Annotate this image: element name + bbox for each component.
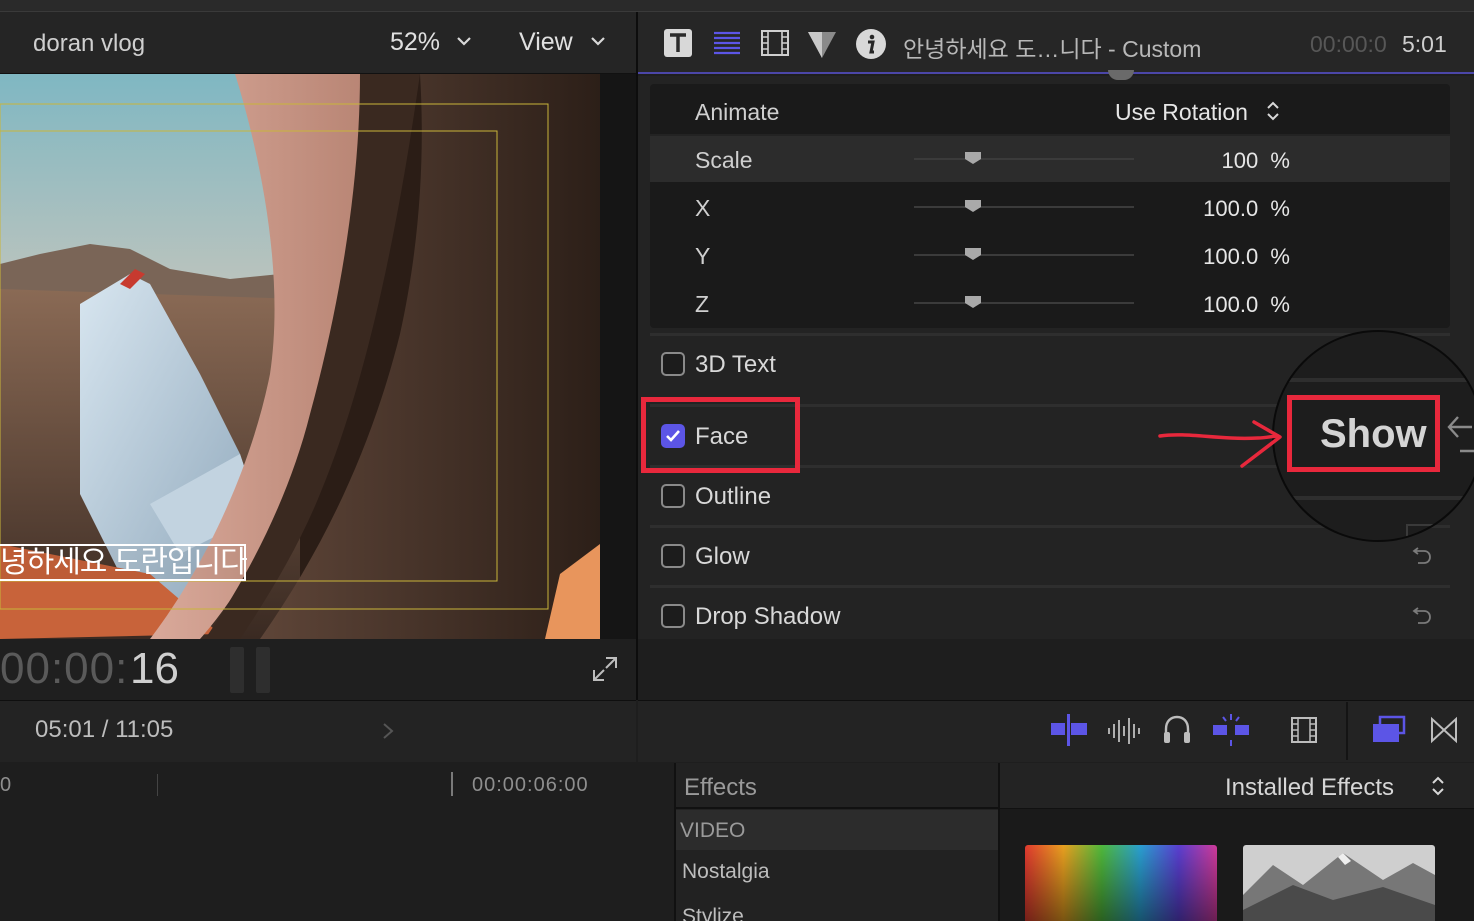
chevron-right-icon[interactable] bbox=[381, 721, 395, 741]
toolbar-divider bbox=[1346, 702, 1348, 760]
animate-popup[interactable]: Use Rotation bbox=[1115, 99, 1248, 126]
filter-tab-icon[interactable] bbox=[806, 28, 838, 60]
chevron-down-icon[interactable] bbox=[456, 35, 472, 47]
outline-checkbox[interactable] bbox=[661, 484, 685, 508]
scale-slider-track[interactable] bbox=[914, 158, 1134, 160]
x-slider-track[interactable] bbox=[914, 206, 1134, 208]
top-strip bbox=[0, 0, 1474, 12]
z-value[interactable]: 100.0 % bbox=[1150, 292, 1290, 318]
y-value[interactable]: 100.0 % bbox=[1150, 244, 1290, 270]
video-tab-icon[interactable] bbox=[760, 28, 790, 58]
zoom-menu[interactable]: 52% bbox=[390, 28, 440, 57]
up-down-chevron-icon[interactable] bbox=[1431, 775, 1445, 797]
paragraph-tab-icon[interactable] bbox=[712, 28, 742, 58]
effect-thumbnail[interactable] bbox=[1025, 845, 1217, 921]
y-slider-knob[interactable] bbox=[964, 247, 982, 261]
x-value[interactable]: 100.0 % bbox=[1150, 196, 1290, 222]
clip-connect-icon[interactable] bbox=[1050, 712, 1088, 748]
viewer-title: doran vlog bbox=[33, 30, 146, 57]
arrow-left-icon bbox=[1447, 416, 1474, 453]
animate-label: Animate bbox=[695, 99, 780, 125]
effects-list-item[interactable]: Nostalgia bbox=[682, 860, 770, 884]
timecode-display-frames: 16 bbox=[130, 644, 179, 693]
glow-label: Glow bbox=[695, 543, 750, 570]
red-arrow-annotation bbox=[1158, 420, 1282, 468]
installed-effects-popup[interactable]: Installed Effects bbox=[1225, 774, 1394, 802]
effects-title: Effects bbox=[684, 774, 757, 801]
reset-icon[interactable] bbox=[1410, 542, 1434, 566]
timecode-display-prefix: 00:00: bbox=[0, 644, 129, 693]
headphones-icon[interactable] bbox=[1162, 712, 1192, 748]
color-effect-preview bbox=[1025, 845, 1217, 921]
browser-toggle-icon[interactable] bbox=[1372, 712, 1406, 748]
y-slider-track[interactable] bbox=[914, 254, 1134, 256]
x-label: X bbox=[695, 195, 711, 221]
viewer-margin bbox=[600, 74, 636, 639]
drop-shadow-checkbox[interactable] bbox=[661, 604, 685, 628]
up-down-chevron-icon[interactable] bbox=[1266, 100, 1280, 122]
y-label: Y bbox=[695, 243, 711, 269]
fullscreen-icon[interactable] bbox=[592, 656, 618, 682]
outline-label: Outline bbox=[695, 483, 772, 510]
text-tab-icon[interactable] bbox=[663, 28, 693, 58]
scale-slider-knob[interactable] bbox=[964, 151, 982, 165]
info-icon[interactable] bbox=[855, 28, 887, 60]
ruler-tick bbox=[451, 772, 453, 796]
mountain-effect-preview bbox=[1243, 845, 1435, 921]
ruler-label: 0 bbox=[0, 774, 12, 796]
show-highlight-box bbox=[1287, 395, 1440, 472]
audio-waveform-icon[interactable] bbox=[1106, 712, 1142, 748]
face-highlight-box bbox=[641, 397, 800, 473]
subtitle-text[interactable]: 녕하세요 도란입니다 bbox=[0, 544, 248, 581]
scale-value[interactable]: 100 % bbox=[1150, 148, 1291, 174]
separator bbox=[650, 333, 1450, 336]
separator bbox=[650, 585, 1450, 588]
glow-checkbox[interactable] bbox=[661, 544, 685, 568]
transitions-icon[interactable] bbox=[1430, 712, 1458, 748]
3d-text-label: 3D Text bbox=[695, 351, 776, 378]
ruler-label: 00:00:06:00 bbox=[472, 774, 589, 796]
playhead-position: 05:01 / 11:05 bbox=[35, 716, 174, 743]
divider bbox=[676, 807, 998, 809]
effect-thumbnail[interactable] bbox=[1243, 845, 1435, 921]
reset-icon[interactable] bbox=[1410, 602, 1434, 626]
inspector-title: 안녕하세요 도…니다 - Custom bbox=[903, 36, 1202, 62]
scale-label: Scale bbox=[695, 147, 753, 173]
3d-text-checkbox[interactable] bbox=[661, 352, 685, 376]
z-slider-knob[interactable] bbox=[964, 295, 982, 309]
effects-category[interactable]: VIDEO bbox=[680, 819, 745, 843]
inspector-duration: 5:01 bbox=[1402, 31, 1447, 57]
z-label: Z bbox=[695, 291, 710, 317]
drop-shadow-label: Drop Shadow bbox=[695, 603, 841, 630]
ruler-tick bbox=[157, 774, 158, 796]
effects-list-item[interactable]: Stylize bbox=[682, 905, 744, 921]
inspector-duration-dim: 00:00:0 bbox=[1310, 31, 1387, 57]
pause-icon[interactable] bbox=[230, 647, 272, 693]
x-slider-knob[interactable] bbox=[964, 199, 982, 213]
z-slider-track[interactable] bbox=[914, 302, 1134, 304]
snapping-icon[interactable] bbox=[1212, 712, 1250, 748]
chevron-down-icon[interactable] bbox=[590, 35, 606, 47]
clip-appearance-icon[interactable] bbox=[1290, 712, 1318, 748]
view-menu[interactable]: View bbox=[519, 28, 573, 57]
